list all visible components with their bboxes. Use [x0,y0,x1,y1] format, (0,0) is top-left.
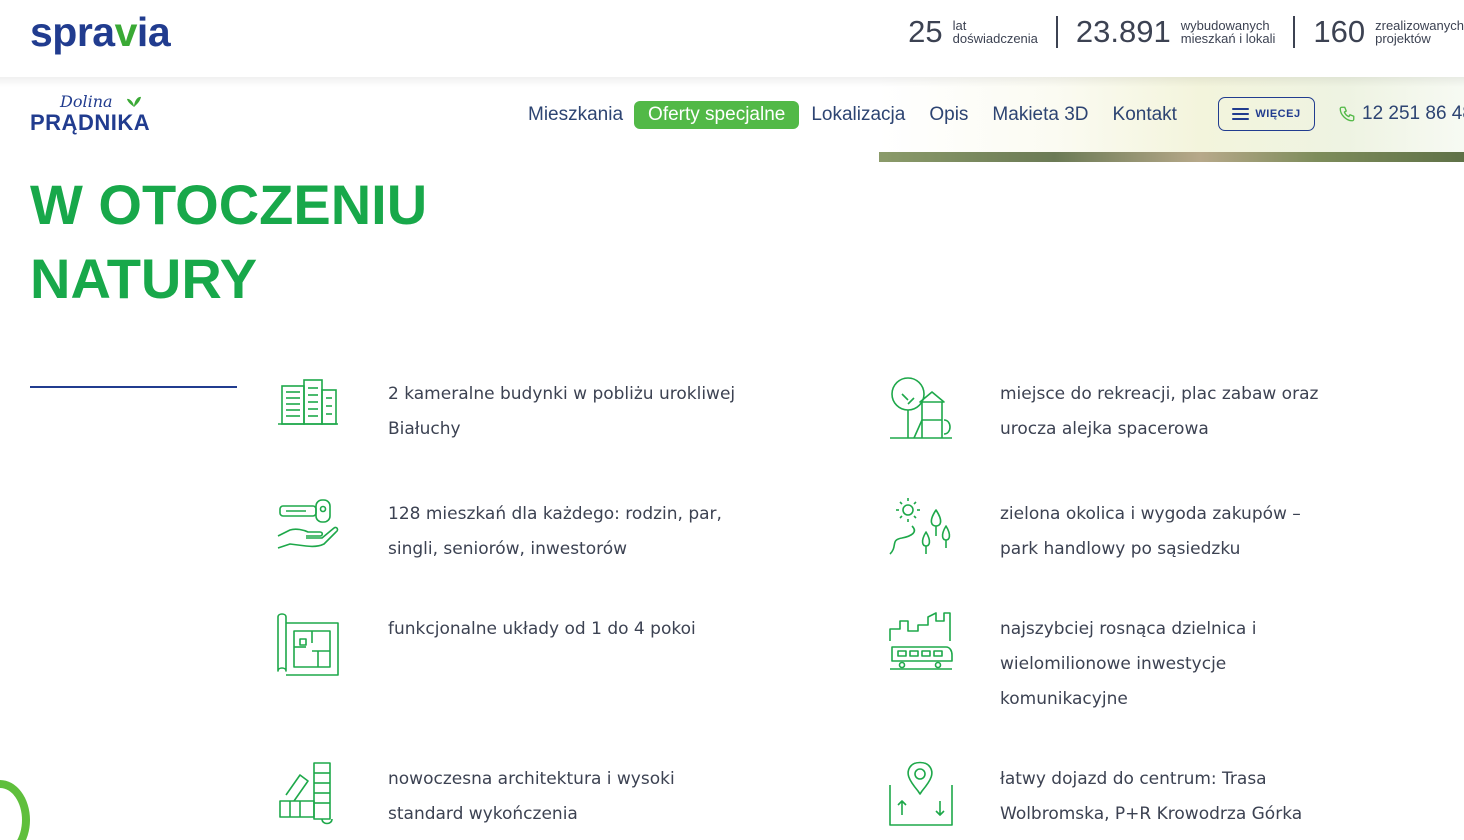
main-navigation-bar: Dolina PRĄDNIKA Mieszkania Oferty specja… [0,77,1464,152]
feature-text: 128 mieszkań dla każdego: rodzin, par, s… [388,504,722,559]
top-bar: spravia 25 lat doświadczenia 23.891 wybu… [0,0,1464,77]
feature-text: najszybciej rosnąca dzielnica i wielomil… [1000,619,1257,709]
phone-icon [1339,106,1355,122]
stat-label: lat doświadczenia [952,18,1038,46]
playground-icon [890,377,952,439]
stat-value: 25 [908,14,943,49]
phone-number: 12 251 86 48 [1362,103,1464,124]
nav-item-oferty-specjalne[interactable]: Oferty specjalne [634,101,800,129]
stat-divider [1055,16,1058,48]
architecture-palette-icon [279,762,333,825]
hamburger-icon [1232,108,1250,120]
feature-text: 2 kameralne budynki w pobliżu urokliwej … [388,384,736,439]
stat-divider [1293,16,1296,48]
buildings-icon [278,379,338,425]
stat-value: 160 [1313,14,1366,49]
dolina-pradnika-logo[interactable]: Dolina PRĄDNIKA [30,92,180,137]
company-stats: 25 lat doświadczenia 23.891 wybudowanych… [908,14,1464,50]
section-divider [30,386,237,388]
nav-item-makieta-3d[interactable]: Makieta 3D [992,101,1088,129]
stat-label: zrealizowanych projektów [1375,18,1464,46]
stat-experience: 25 lat doświadczenia [908,14,1038,50]
stat-projects: 160 zrealizowanych projektów [1313,14,1464,50]
nav-item-opis[interactable]: Opis [929,101,968,129]
feature-text: łatwy dojazd do centrum: Trasa Wolbromsk… [1000,769,1303,824]
spravia-logo[interactable]: spravia [30,10,171,54]
stat-value: 23.891 [1075,14,1171,49]
nav-item-kontakt[interactable]: Kontakt [1113,101,1177,129]
city-train-icon [889,612,953,670]
feature-text: miejsce do rekreacji, plac zabaw oraz ur… [1000,384,1319,439]
floor-plan-icon [277,613,339,676]
nav-item-lokalizacja[interactable]: Lokalizacja [811,101,905,129]
feature-text: zielona okolica i wygoda zakupów – park … [1000,504,1301,559]
key-hand-icon [277,499,339,549]
stat-label: wybudowanych mieszkań i lokali [1180,18,1276,46]
leaf-icon [127,96,141,107]
hero-photo-edge [879,152,1464,162]
nature-path-icon [889,498,951,555]
nav-item-mieszkania[interactable]: Mieszkania [528,101,623,129]
more-menu-label: WIĘCEJ [1255,108,1301,120]
phone-link[interactable]: 12 251 86 48 [1338,103,1464,125]
map-pin-icon [889,761,953,826]
logo-main-text: PRĄDNIKA [30,110,151,135]
section-heading: W OTOCZENIU NATURY [30,173,428,310]
feature-text: funkcjonalne układy od 1 do 4 pokoi [388,619,696,639]
more-menu-button[interactable]: WIĘCEJ [1218,97,1315,131]
logo-script-text: Dolina [60,92,113,111]
stat-built-units: 23.891 wybudowanych mieszkań i lokali [1076,14,1275,50]
nav-menu: Mieszkania Oferty specjalne Lokalizacja … [528,99,1201,131]
decorative-green-arc [0,780,30,840]
feature-text: nowoczesna architektura i wysoki standar… [388,769,675,824]
